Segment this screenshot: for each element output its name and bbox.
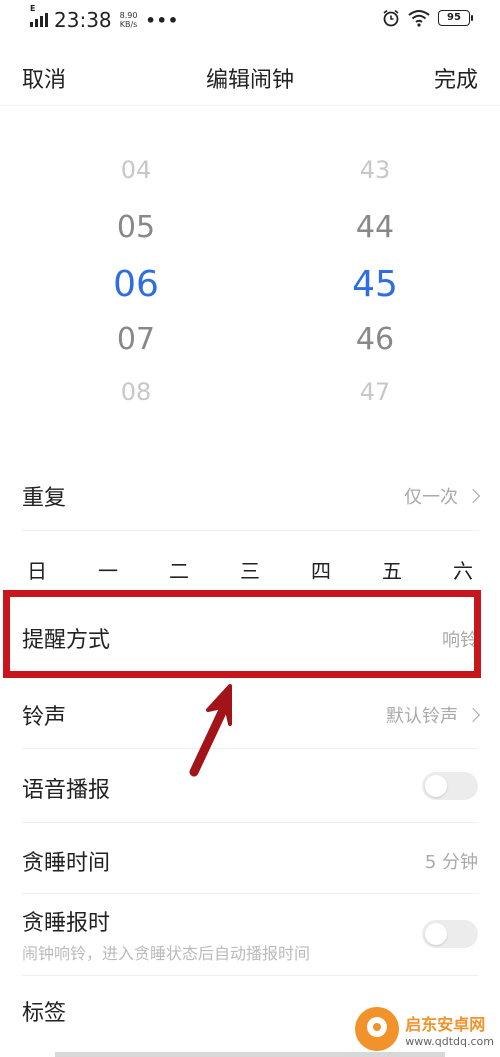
ringtone-value: 默认铃声 <box>386 702 481 728</box>
weekday-wed[interactable]: 三 <box>235 555 265 584</box>
weekday-tue[interactable]: 二 <box>164 555 194 584</box>
done-button[interactable]: 完成 <box>434 62 478 94</box>
selected-minute[interactable]: 45 <box>335 264 415 305</box>
signal-icon: E <box>30 4 48 27</box>
tag-label: 标签 <box>22 1001 67 1026</box>
watermark: 启东安卓网 www.qdtdq.com <box>355 1007 494 1051</box>
minute-option[interactable]: 46 <box>335 322 415 357</box>
weekday-fri[interactable]: 五 <box>377 555 407 584</box>
weekday-sun[interactable]: 日 <box>22 555 52 584</box>
weekday-sat[interactable]: 六 <box>448 555 478 584</box>
status-right: 95 <box>382 9 473 27</box>
snooze-report-label: 贪睡报时 <box>22 911 111 936</box>
snooze-report-description: 闹钟响铃，进入贪睡状态后自动播报时间 <box>22 944 311 963</box>
network-type: E <box>30 4 36 13</box>
chevron-right-icon <box>465 707 481 723</box>
watermark-url: www.qdtdq.com <box>405 1034 494 1048</box>
weekday-mon[interactable]: 一 <box>93 555 123 584</box>
hour-option[interactable]: 08 <box>96 378 176 406</box>
snooze-time-label: 贪睡时间 <box>22 851 111 876</box>
hour-option[interactable]: 04 <box>96 156 176 184</box>
ringtone-value-text: 默认铃声 <box>386 706 458 727</box>
wifi-icon <box>408 10 430 27</box>
voice-broadcast-label: 语音播报 <box>22 778 111 803</box>
divider <box>22 975 478 976</box>
repeat-row[interactable]: 重复 仅一次 <box>22 478 481 512</box>
weekday-selector: 日 一 二 三 四 五 六 <box>22 555 478 584</box>
repeat-label: 重复 <box>22 486 67 511</box>
status-time: 23:38 <box>54 8 112 32</box>
divider <box>22 748 478 749</box>
title-bar: 取消 编辑闹钟 完成 <box>0 50 500 106</box>
watermark-text: 启东安卓网 www.qdtdq.com <box>405 1011 494 1048</box>
reminder-mode-row[interactable]: 提醒方式 响铃 <box>22 620 478 654</box>
alarm-clock-icon <box>383 9 399 27</box>
more-notifications-icon: ••• <box>145 10 180 30</box>
minute-option[interactable]: 44 <box>335 210 415 245</box>
watermark-logo-icon <box>355 1007 400 1051</box>
divider <box>22 822 478 823</box>
net-speed: 8.90 KB/s <box>120 11 138 29</box>
home-indicator <box>55 1052 445 1057</box>
watermark-name: 启东安卓网 <box>405 1014 486 1034</box>
divider <box>22 893 478 894</box>
hour-option[interactable]: 07 <box>96 322 176 357</box>
status-bar: E 23:38 8.90 KB/s ••• 95 <box>0 0 500 40</box>
chevron-right-icon <box>465 488 481 504</box>
status-left: E 23:38 8.90 KB/s ••• <box>30 4 180 32</box>
net-speed-value: 8.90 <box>119 11 138 20</box>
arrow-annotation-icon <box>189 684 232 777</box>
battery-icon: 95 <box>438 10 473 26</box>
voice-broadcast-row: 语音播报 <box>22 770 478 804</box>
page-title: 编辑闹钟 <box>205 68 294 93</box>
selected-hour[interactable]: 06 <box>96 264 176 305</box>
snooze-report-row: 贪睡报时 闹钟响铃，进入贪睡状态后自动播报时间 <box>22 905 478 965</box>
reminder-mode-value: 响铃 <box>442 630 478 651</box>
cancel-button[interactable]: 取消 <box>22 62 66 94</box>
net-speed-unit: KB/s <box>119 20 138 29</box>
weekday-thu[interactable]: 四 <box>306 555 336 584</box>
minute-option[interactable]: 43 <box>335 156 415 184</box>
repeat-value-text: 仅一次 <box>404 487 458 508</box>
reminder-mode-label: 提醒方式 <box>22 628 111 653</box>
ringtone-row[interactable]: 铃声 默认铃声 <box>22 697 481 731</box>
ringtone-label: 铃声 <box>22 705 67 730</box>
time-picker: 04 05 06 07 08 43 44 45 46 47 <box>0 150 500 420</box>
snooze-time-value: 5 分钟 <box>424 852 478 873</box>
hour-option[interactable]: 05 <box>96 210 176 245</box>
snooze-time-row[interactable]: 贪睡时间 5 分钟 <box>22 843 478 877</box>
repeat-value: 仅一次 <box>404 483 481 509</box>
minute-option[interactable]: 47 <box>335 378 415 406</box>
snooze-report-toggle[interactable] <box>422 920 478 948</box>
divider <box>22 530 478 531</box>
voice-broadcast-toggle[interactable] <box>422 772 478 800</box>
